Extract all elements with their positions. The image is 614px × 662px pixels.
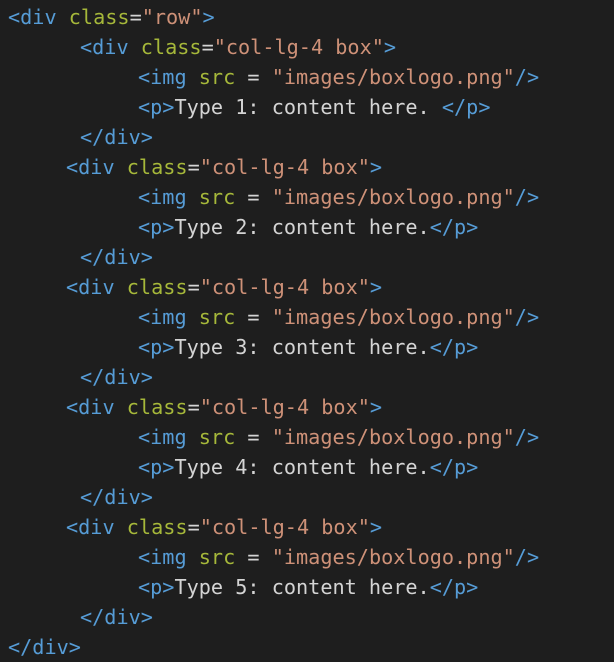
code-text-token: Type 2: content here. [174,215,430,239]
code-attribute-token: class [126,515,188,539]
code-tag-token: > [383,35,397,59]
code-tag-token: </p> [441,95,491,119]
code-tag-token: <img [138,65,199,89]
code-tag-token: > [369,275,383,299]
code-tag-token: > [369,155,383,179]
code-line: </div> [8,632,81,662]
code-tag-token: <div [66,155,127,179]
code-string-token: "images/boxlogo.png" [271,425,515,449]
code-tag-token: </div> [80,365,153,389]
code-string-token: "row" [141,5,203,29]
code-tag-token: <p> [138,455,175,479]
code-line: <div class="row"> [8,2,215,32]
code-tag-token: </div> [80,605,153,629]
code-operator-token: = [187,395,200,419]
code-line: <p>Type 3: content here.</p> [138,332,478,362]
code-editor[interactable]: <div class="row"> <div class="col-lg-4 b… [0,0,614,662]
code-operator-token: = [129,5,142,29]
code-string-token: "images/boxlogo.png" [271,185,515,209]
code-string-token: "col-lg-4 box" [199,155,370,179]
code-attribute-token: class [140,35,202,59]
code-line: <div class="col-lg-4 box"> [66,272,382,302]
code-string-token: "col-lg-4 box" [199,515,370,539]
code-tag-token: /> [514,65,540,89]
code-attribute-token: class [126,275,188,299]
code-tag-token: </div> [80,125,153,149]
code-operator-token: = [201,35,214,59]
code-line: <img src = "images/boxlogo.png"/> [138,182,539,212]
code-line: <img src = "images/boxlogo.png"/> [138,62,539,92]
code-operator-token: = [235,545,272,569]
code-line: </div> [80,242,153,272]
code-line: <img src = "images/boxlogo.png"/> [138,422,539,452]
code-line: <img src = "images/boxlogo.png"/> [138,542,539,572]
code-line: </div> [80,122,153,152]
code-attribute-token: class [68,5,130,29]
code-text-token: Type 4: content here. [174,455,430,479]
code-operator-token: = [235,425,272,449]
code-line: </div> [80,602,153,632]
code-tag-token: <div [80,35,141,59]
code-line: <div class="col-lg-4 box"> [66,392,382,422]
code-attribute-token: class [126,155,188,179]
code-tag-token: > [369,515,383,539]
code-string-token: "images/boxlogo.png" [271,305,515,329]
code-operator-token: = [235,65,272,89]
code-attribute-token: src [198,545,236,569]
code-tag-token: /> [514,185,540,209]
code-line: <img src = "images/boxlogo.png"/> [138,302,539,332]
code-operator-token: = [235,305,272,329]
code-tag-token: <p> [138,215,175,239]
code-tag-token: <p> [138,95,175,119]
code-line: <div class="col-lg-4 box"> [66,512,382,542]
code-string-token: "col-lg-4 box" [199,395,370,419]
code-text-token: Type 5: content here. [174,575,430,599]
code-string-token: "images/boxlogo.png" [271,545,515,569]
code-attribute-token: src [198,305,236,329]
code-operator-token: = [187,155,200,179]
code-line: <div class="col-lg-4 box"> [66,152,382,182]
code-tag-token: <img [138,185,199,209]
code-tag-token: </div> [8,635,81,659]
code-tag-token: <p> [138,575,175,599]
code-tag-token: <div [66,515,127,539]
code-tag-token: </p> [429,575,479,599]
code-tag-token: <p> [138,335,175,359]
code-line: </div> [80,482,153,512]
code-attribute-token: src [198,185,236,209]
code-tag-token: <div [66,275,127,299]
code-tag-token: <img [138,545,199,569]
code-tag-token: <img [138,305,199,329]
code-attribute-token: class [126,395,188,419]
code-text-token: Type 3: content here. [174,335,430,359]
code-tag-token: </p> [429,215,479,239]
code-string-token: "col-lg-4 box" [213,35,384,59]
code-attribute-token: src [198,65,236,89]
code-tag-token: </p> [429,455,479,479]
code-line: <p>Type 2: content here.</p> [138,212,478,242]
code-tag-token: </div> [80,245,153,269]
code-tag-token: /> [514,425,540,449]
code-tag-token: /> [514,305,540,329]
code-tag-token: </p> [429,335,479,359]
code-attribute-token: src [198,425,236,449]
code-string-token: "col-lg-4 box" [199,275,370,299]
code-line: <div class="col-lg-4 box"> [80,32,396,62]
code-tag-token: <div [8,5,69,29]
code-line: <p>Type 4: content here.</p> [138,452,478,482]
code-string-token: "images/boxlogo.png" [271,65,515,89]
code-text-token: Type 1: content here. [174,95,442,119]
code-line: </div> [80,362,153,392]
code-operator-token: = [187,515,200,539]
code-tag-token: > [369,395,383,419]
code-line: <p>Type 1: content here. </p> [138,92,490,122]
code-tag-token: /> [514,545,540,569]
code-tag-token: <img [138,425,199,449]
code-tag-token: > [202,5,215,29]
code-operator-token: = [235,185,272,209]
code-line: <p>Type 5: content here.</p> [138,572,478,602]
code-tag-token: </div> [80,485,153,509]
code-operator-token: = [187,275,200,299]
code-tag-token: <div [66,395,127,419]
